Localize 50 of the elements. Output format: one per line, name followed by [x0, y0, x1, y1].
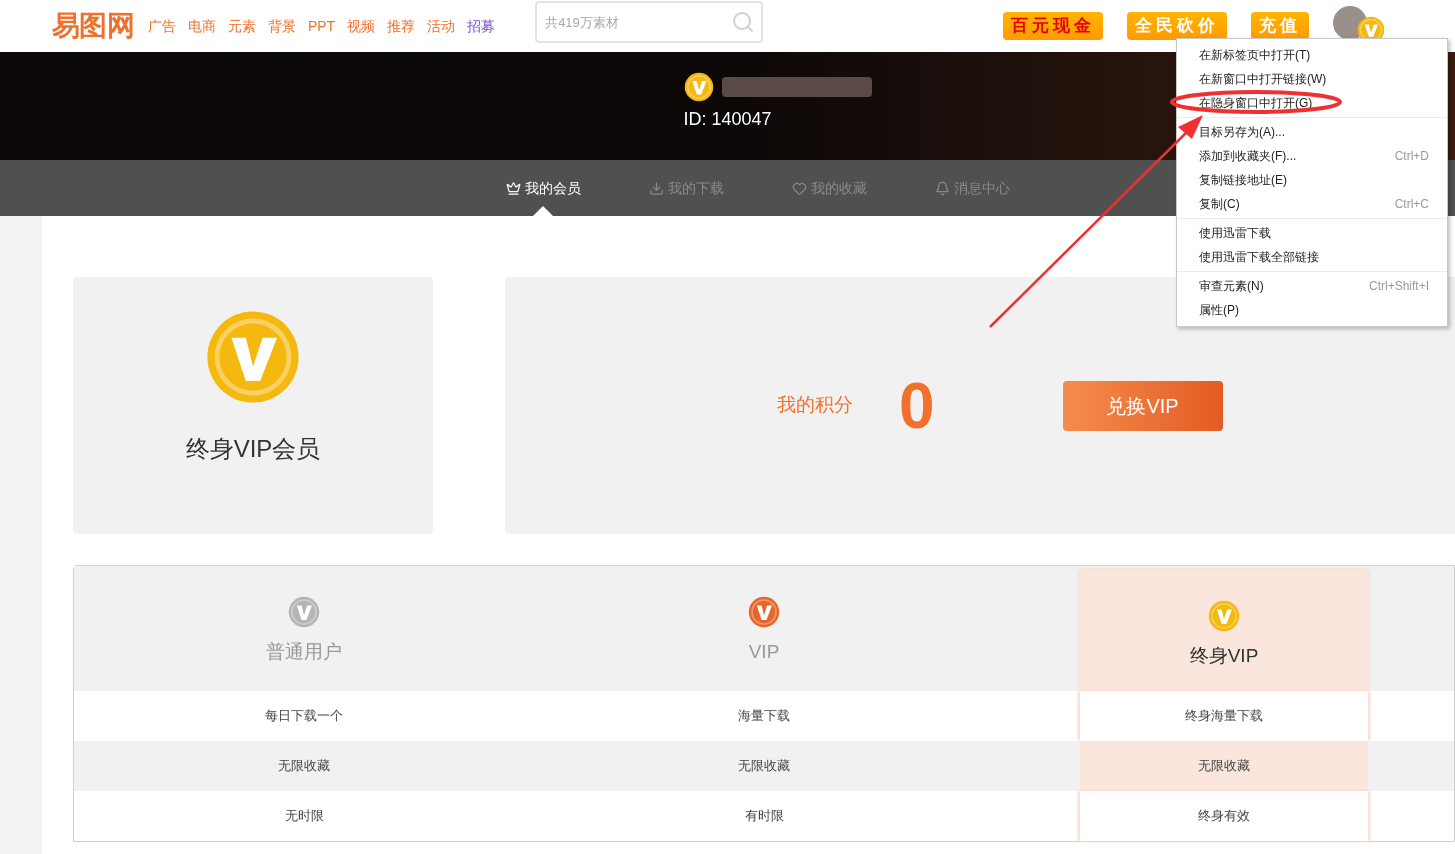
promo-button[interactable]: 全民砍价 [1127, 12, 1228, 40]
plan-name: 普通用户 [266, 640, 342, 664]
table-cell-text: 有时限 [744, 807, 784, 826]
site-logo[interactable]: 易图网 [52, 5, 134, 47]
menu-item[interactable]: 使用迅雷下载全部链接 [1177, 245, 1447, 269]
table-cell-text: 无限收藏 [738, 757, 790, 776]
nav-link[interactable]: 招募 [467, 15, 496, 37]
plan-name: 终身VIP [1189, 644, 1259, 668]
menu-item[interactable]: 复制链接地址(E) [1177, 168, 1447, 192]
points-value: 0 [899, 368, 935, 444]
heart-icon [791, 180, 807, 196]
account-tab[interactable]: 我的收藏 [791, 160, 867, 216]
menu-item[interactable]: 审查元素(N) Ctrl+Shift+I [1177, 274, 1447, 298]
nav-link[interactable]: 背景 [267, 15, 296, 37]
table-cell-text: 海量下载 [738, 707, 790, 726]
promo-button[interactable]: 充值 [1251, 12, 1310, 40]
nav-link[interactable]: 广告 [147, 15, 176, 37]
table-cell-text: 无限收藏 [278, 757, 330, 776]
plan-name: VIP [748, 640, 780, 664]
user-id: ID: 140047 [683, 108, 772, 131]
table-cell-text: 终身有效 [1198, 807, 1250, 826]
download-icon [648, 180, 664, 196]
menu-item[interactable]: 在新标签页中打开(T) [1177, 43, 1447, 67]
menu-item[interactable]: 添加到收藏夹(F)... Ctrl+D [1177, 144, 1447, 168]
account-tab[interactable]: 我的下载 [648, 160, 724, 216]
search-field[interactable]: 共419万素材 [535, 1, 764, 43]
nav-link[interactable]: 电商 [187, 15, 216, 37]
membership-title: 终身VIP会员 [185, 434, 321, 464]
vip-badge-icon [683, 72, 714, 102]
menu-item[interactable]: 目标另存为(A)... [1177, 120, 1447, 144]
menu-item[interactable]: 使用迅雷下载 [1177, 221, 1447, 245]
redeem-vip-button[interactable]: 兑换VIP [1062, 380, 1223, 431]
account-tab[interactable]: 消息中心 [934, 160, 1010, 216]
promo-button[interactable]: 百元现金 [1003, 12, 1104, 40]
bell-icon [934, 180, 950, 196]
table-cell-text: 无限收藏 [1198, 757, 1250, 776]
menu-item[interactable]: 在新窗口中打开链接(W) [1177, 67, 1447, 91]
nav-link[interactable]: 视频 [347, 15, 376, 37]
crown-icon [505, 180, 521, 196]
points-label: 我的积分 [777, 393, 853, 418]
nav-link[interactable]: 元素 [227, 15, 256, 37]
nav-link[interactable]: 推荐 [387, 15, 416, 37]
nav-link[interactable]: 活动 [427, 15, 456, 37]
table-cell-text: 无时限 [284, 807, 324, 826]
table-cell-text: 每日下载一个 [265, 707, 343, 726]
nav-link[interactable]: PPT [307, 15, 336, 37]
table-cell-text: 终身海量下载 [1185, 707, 1263, 726]
menu-item[interactable]: 属性(P) [1177, 298, 1447, 322]
menu-item[interactable]: 复制(C) Ctrl+C [1177, 192, 1447, 216]
vip-medal-icon [205, 309, 301, 405]
